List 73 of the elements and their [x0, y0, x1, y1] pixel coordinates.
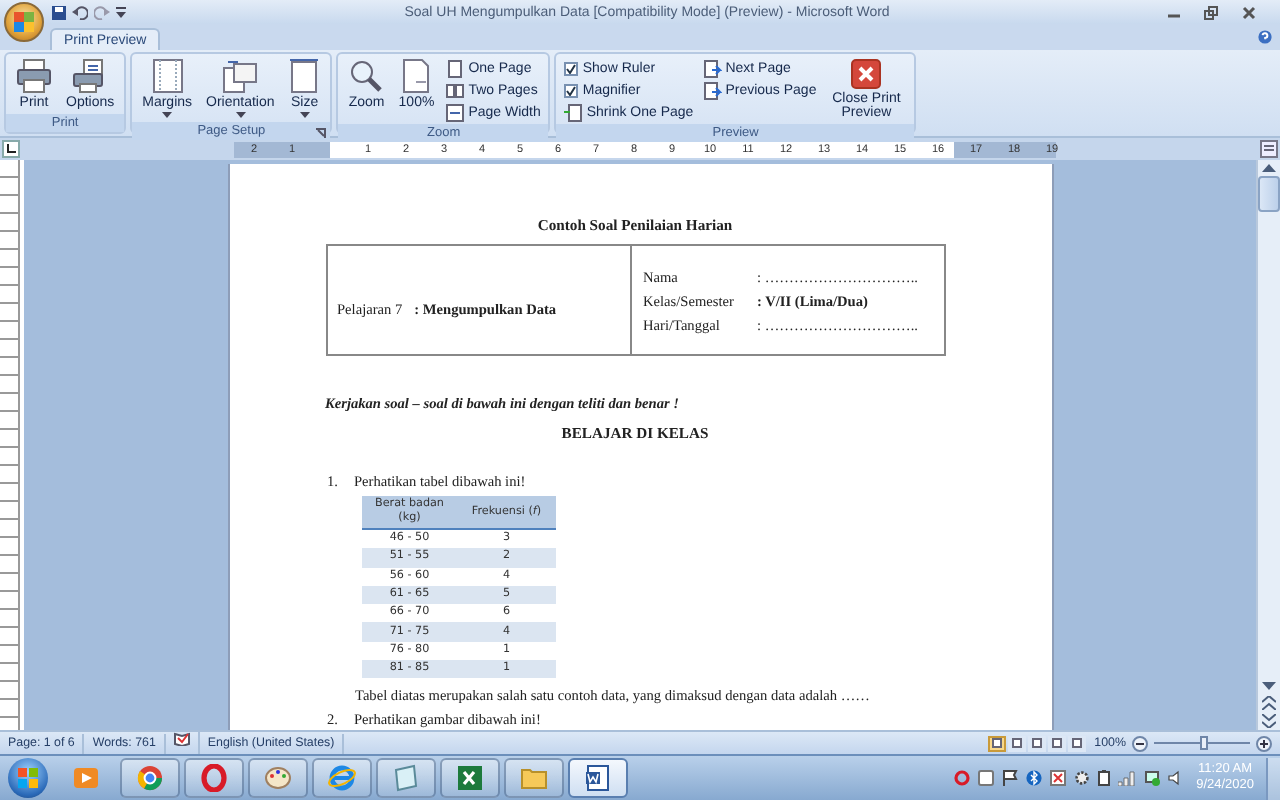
bluetooth-icon — [1026, 770, 1043, 786]
signal-bars-icon — [1118, 770, 1137, 786]
undo-icon — [72, 5, 88, 19]
view-button[interactable] — [1028, 735, 1047, 751]
view-button[interactable] — [1048, 735, 1067, 751]
office-button[interactable] — [4, 2, 44, 42]
page-icon — [288, 58, 321, 94]
taskbar-button[interactable] — [568, 758, 628, 798]
view-button[interactable] — [1068, 735, 1087, 751]
caret-icon — [235, 112, 246, 118]
redo-icon — [94, 5, 110, 19]
scrollbar-thumb[interactable] — [1258, 176, 1280, 212]
page-icon — [400, 58, 433, 94]
browser-e-icon — [328, 764, 356, 792]
page-icon — [446, 59, 465, 77]
printer-page-icon — [72, 58, 109, 94]
taskbar-button[interactable] — [184, 758, 244, 798]
document-w-icon — [584, 764, 612, 792]
help-icon — [1258, 30, 1272, 44]
gear-icon — [1074, 770, 1091, 786]
zoom-in-button[interactable] — [1256, 735, 1272, 751]
alert-icon — [1050, 770, 1067, 786]
proofing-book-icon — [173, 732, 190, 746]
previous-page-icon — [1262, 696, 1276, 710]
page-margins-icon — [151, 58, 184, 94]
spreadsheet-icon — [456, 764, 484, 792]
printer-icon — [16, 58, 52, 94]
restore-icon — [1204, 5, 1218, 19]
tab-selector[interactable] — [2, 140, 20, 158]
taskbar-button[interactable] — [120, 758, 180, 798]
caret-icon — [116, 6, 126, 18]
slider-thumb[interactable] — [1199, 736, 1208, 750]
flag-icon — [1002, 770, 1019, 786]
next-page-icon — [1262, 714, 1276, 728]
windows-logo-icon — [18, 768, 38, 788]
folder-icon — [520, 764, 548, 792]
page-width-icon — [446, 103, 465, 121]
tab-stop-icon — [6, 144, 16, 154]
zoom-icon — [348, 58, 385, 94]
dialog-launcher-icon — [316, 128, 327, 138]
paint-palette-icon — [264, 764, 292, 792]
notepad-icon — [392, 764, 420, 792]
speaker-icon — [1168, 770, 1185, 786]
view-button[interactable] — [1008, 735, 1027, 751]
browser-icon — [136, 764, 164, 792]
checkbox-checked[interactable] — [564, 61, 579, 75]
caret-icon — [162, 112, 173, 118]
taskbar-button[interactable] — [440, 758, 500, 798]
browser-o-icon — [954, 770, 971, 786]
checkbox-checked[interactable] — [564, 83, 579, 97]
taskbar-button[interactable] — [248, 758, 308, 798]
minus-icon — [1136, 739, 1144, 747]
caret-icon — [299, 112, 310, 118]
scroll-down-icon — [1262, 682, 1276, 692]
app-icon — [978, 770, 995, 786]
battery-icon — [1098, 770, 1111, 786]
pages-icon — [222, 58, 259, 94]
network-icon — [1144, 770, 1161, 786]
browser-o-icon — [200, 764, 228, 792]
taskbar-button[interactable] — [376, 758, 436, 798]
view-button[interactable] — [988, 735, 1007, 751]
start-button[interactable] — [8, 758, 48, 798]
close-icon — [1242, 5, 1256, 19]
check-icon — [566, 85, 577, 95]
plus-icon — [1260, 739, 1268, 747]
zoom-out-button[interactable] — [1132, 735, 1148, 751]
save-icon — [52, 5, 66, 19]
shrink-page-icon — [564, 103, 583, 121]
close-icon — [850, 58, 883, 90]
media-player-icon — [72, 764, 100, 792]
office-logo-icon — [14, 12, 34, 32]
check-icon — [566, 63, 577, 73]
two-pages-icon — [446, 81, 465, 99]
